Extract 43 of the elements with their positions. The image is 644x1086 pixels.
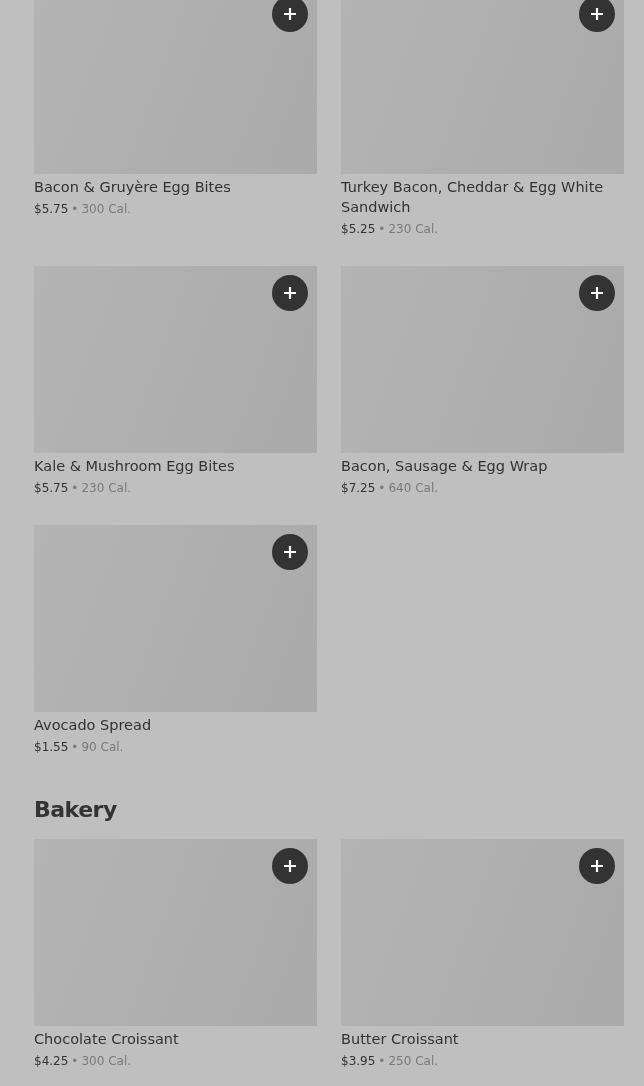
add-button[interactable]	[272, 848, 308, 884]
plus-icon	[283, 286, 297, 300]
plus-icon	[283, 859, 297, 873]
item-price: $3.95	[341, 1054, 376, 1068]
separator: •	[378, 222, 386, 236]
item-name: Chocolate Croissant	[34, 1030, 180, 1049]
item-price: $5.25	[341, 222, 376, 236]
item-name: Turkey Bacon, Cheddar & Egg White Sandwich	[341, 178, 605, 217]
item-calories: 300 Cal.	[81, 202, 132, 216]
item-price: $7.25	[341, 481, 376, 495]
add-button[interactable]	[272, 0, 308, 32]
separator: •	[71, 481, 79, 495]
plus-icon	[283, 7, 297, 21]
item-name: Avocado Spread	[34, 716, 153, 735]
add-button[interactable]	[579, 275, 615, 311]
separator: •	[378, 1054, 386, 1068]
plus-icon	[590, 859, 604, 873]
item-calories: 250 Cal.	[388, 1054, 439, 1068]
item-price: $1.55	[34, 740, 69, 754]
add-button[interactable]	[579, 848, 615, 884]
plus-icon	[590, 286, 604, 300]
item-calories: 90 Cal.	[81, 740, 124, 754]
add-button[interactable]	[579, 0, 615, 32]
item-price: $5.75	[34, 481, 69, 495]
add-button[interactable]	[272, 534, 308, 570]
item-calories: 230 Cal.	[388, 222, 439, 236]
item-price: $5.75	[34, 202, 69, 216]
item-price: $4.25	[34, 1054, 69, 1068]
item-name: Bacon & Gruyère Egg Bites	[34, 178, 232, 197]
item-calories: 300 Cal.	[81, 1054, 132, 1068]
item-name: Kale & Mushroom Egg Bites	[34, 457, 236, 476]
item-name: Butter Croissant	[341, 1030, 460, 1049]
plus-icon	[283, 545, 297, 559]
item-name: Bacon, Sausage & Egg Wrap	[341, 457, 549, 476]
separator: •	[71, 740, 79, 754]
item-calories: 640 Cal.	[388, 481, 439, 495]
add-button[interactable]	[272, 275, 308, 311]
plus-icon	[590, 7, 604, 21]
section-title: Bakery	[34, 797, 118, 823]
item-calories: 230 Cal.	[81, 481, 132, 495]
separator: •	[378, 481, 386, 495]
separator: •	[71, 202, 79, 216]
separator: •	[71, 1054, 79, 1068]
